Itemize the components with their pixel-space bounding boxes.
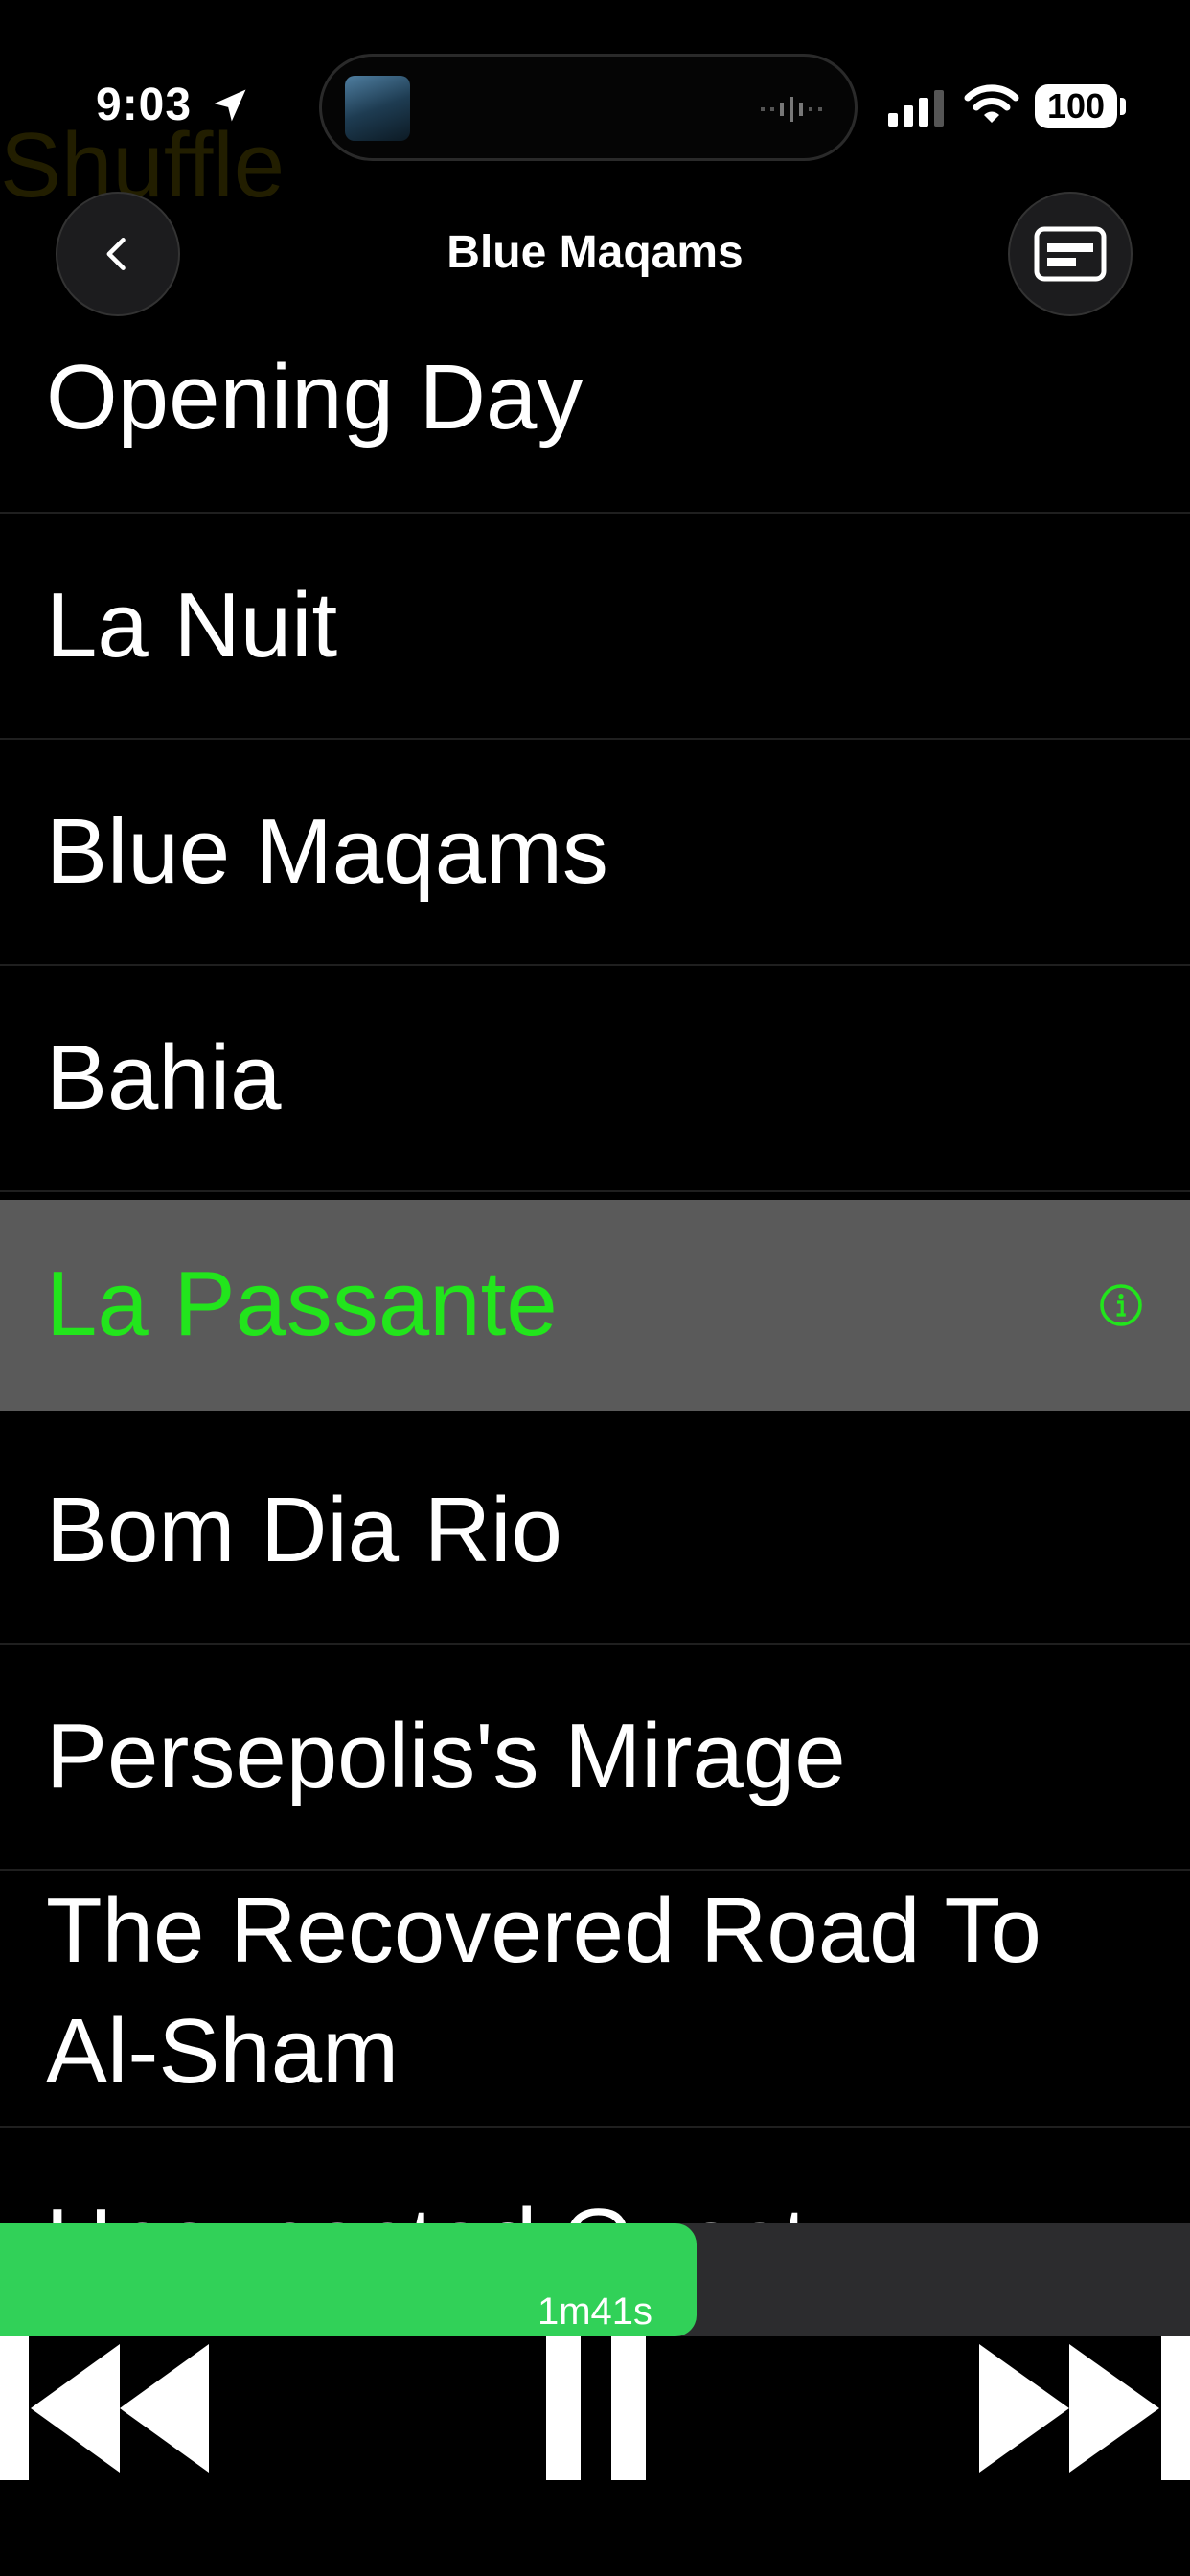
track-list[interactable]: Opening Day La Nuit Blue Maqams Bahia La… [0, 288, 1190, 2223]
list-item[interactable]: La Nuit [0, 514, 1190, 740]
list-item[interactable]: The Recovered Road To Al-Sham [0, 1871, 1190, 2128]
rewind-icon[interactable] [29, 2336, 211, 2480]
track-title: La Nuit [46, 574, 338, 677]
track-title: Unexpected Guest [46, 2181, 1129, 2223]
cellular-signal-icon [888, 90, 944, 126]
info-icon[interactable] [1098, 1282, 1144, 1328]
battery-icon: 100 [1035, 84, 1117, 128]
track-title: Blue Maqams [46, 800, 608, 903]
track-title: Bom Dia Rio [46, 1479, 562, 1581]
rewind-edge-bar [0, 2336, 29, 2480]
track-title: Persepolis's Mirage [46, 1705, 846, 1807]
forward-edge-bar [1161, 2336, 1190, 2480]
list-item[interactable]: Bahia [0, 966, 1190, 1192]
track-title: The Recovered Road To Al-Sham [46, 1879, 1041, 2103]
pause-icon[interactable] [542, 2336, 650, 2480]
list-item[interactable]: Persepolis's Mirage [0, 1644, 1190, 1871]
album-art-thumbnail [345, 76, 410, 141]
dynamic-island[interactable] [319, 54, 858, 161]
elapsed-time: 1m41s [537, 2290, 653, 2333]
battery-nub [1120, 98, 1126, 115]
list-item[interactable]: Opening Day [0, 288, 1190, 514]
list-item[interactable]: Unexpected Guest [0, 2128, 1190, 2223]
track-title: La Passante [46, 1253, 558, 1355]
playback-controls [0, 2336, 1190, 2480]
card-icon [1034, 226, 1107, 282]
list-item-selected[interactable]: La Passante [0, 1200, 1190, 1411]
list-item[interactable]: Bom Dia Rio [0, 1418, 1190, 1644]
audio-wave-icon [761, 97, 822, 122]
track-title: Bahia [46, 1026, 282, 1129]
track-title: Opening Day [46, 346, 584, 448]
wifi-icon [964, 84, 1019, 123]
list-item[interactable]: Blue Maqams [0, 740, 1190, 966]
playback-progress-bar[interactable]: 1m41s [0, 2223, 1190, 2336]
fast-forward-icon[interactable] [977, 2336, 1161, 2480]
